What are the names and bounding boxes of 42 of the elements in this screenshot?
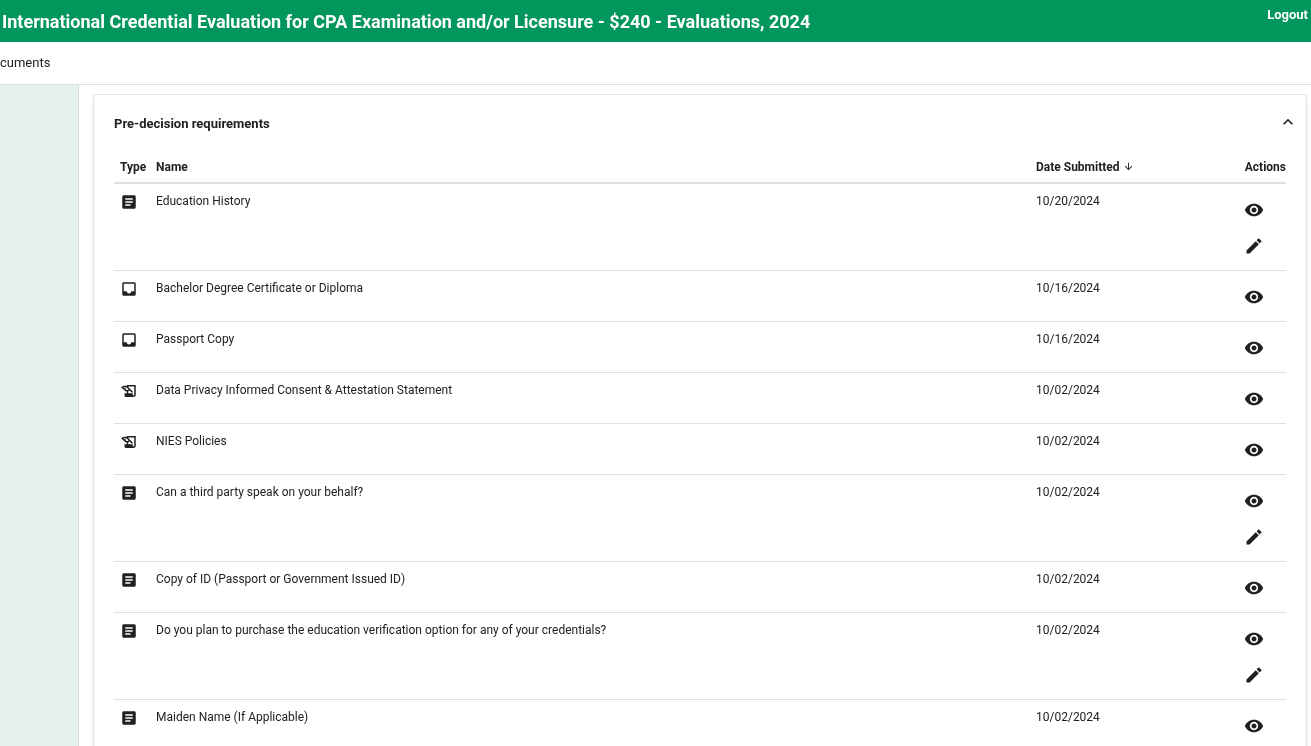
documents-tab[interactable]: cuments [0, 53, 51, 73]
table-cell-text: Passport Copy [156, 331, 236, 348]
table-cell-text: 10/02/2024 [1036, 622, 1101, 639]
table-cell-text: 10/02/2024 [1036, 433, 1101, 450]
table-cell-text: NIES Policies [156, 433, 228, 450]
column-header: Actions [1243, 158, 1286, 176]
table-cell-text: 10/02/2024 [1036, 484, 1101, 501]
signed-document-icon [120, 382, 138, 400]
column-header: Name [156, 158, 189, 176]
tray-icon [120, 331, 138, 349]
table-cell-text: Bachelor Degree Certificate or Diploma [156, 280, 365, 297]
arrow-down-icon [1122, 161, 1134, 172]
form-icon [120, 193, 138, 211]
table-cell-text: 10/02/2024 [1036, 709, 1101, 726]
table-cell-text: Copy of ID (Passport or Government Issued ID) [156, 571, 407, 588]
table-cell-text: 10/16/2024 [1036, 280, 1101, 297]
pencil-icon [1244, 665, 1264, 685]
pencil-icon [1244, 236, 1264, 256]
pencil-icon [1244, 527, 1264, 547]
form-icon [120, 484, 138, 502]
table-cell-text: 10/02/2024 [1036, 571, 1101, 588]
signed-document-icon [120, 433, 138, 451]
table-cell-text: 10/20/2024 [1036, 193, 1101, 210]
table-cell-text: 10/16/2024 [1036, 331, 1101, 348]
form-icon [120, 571, 138, 589]
section-title: Pre-decision requirements [114, 115, 270, 134]
tray-icon [120, 280, 138, 298]
logout-button[interactable]: Logout [1267, 5, 1308, 25]
form-icon [120, 622, 138, 640]
edit-button[interactable] [1244, 236, 1264, 256]
table-cell-text: 10/02/2024 [1036, 382, 1101, 399]
table-cell-text: Can a third party speak on your behalf? [156, 484, 365, 501]
column-header: Type [119, 158, 148, 176]
table-cell-text: Education History [156, 193, 252, 210]
date-submitted-sort-header[interactable]: Date Submitted [1036, 157, 1226, 176]
edit-button[interactable] [1244, 527, 1264, 547]
form-icon [120, 709, 138, 727]
edit-button[interactable] [1244, 665, 1264, 685]
table-cell-text: Maiden Name (If Applicable) [156, 709, 310, 726]
table-cell-text: Data Privacy Informed Consent & Attestation Statement [156, 382, 454, 399]
table-cell-text: Do you plan to purchase the education verification option for any of your credentials? [156, 622, 608, 639]
page-title: International Credential Evaluation for CPA Examination and/or Licensure - $240 - Evaluations, 2024 [2, 9, 811, 34]
